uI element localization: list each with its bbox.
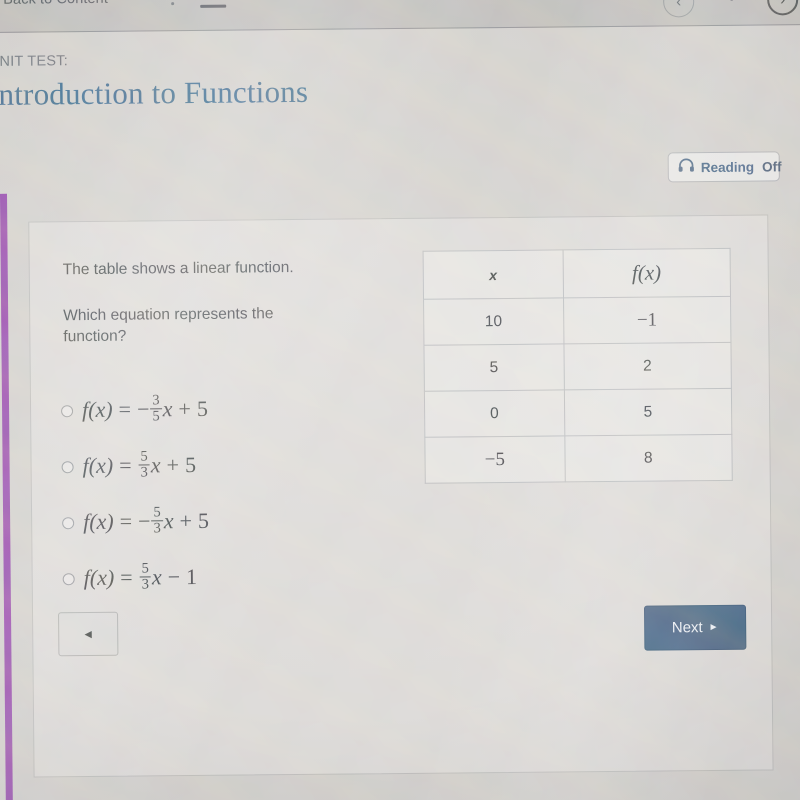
hamburger-icon[interactable] — [200, 0, 227, 8]
cell-x: 10 — [423, 297, 564, 346]
reading-label: Reading — [700, 159, 755, 175]
option-a[interactable]: f(x) = − 3 5 x + 5 — [61, 379, 392, 438]
hamburger-bar — [200, 5, 227, 8]
option-a-fraction: 3 5 — [150, 391, 162, 424]
option-b-math: f(x) = 5 3 x + 5 — [82, 448, 197, 482]
reading-toggle-button[interactable]: Reading Off — [667, 151, 782, 183]
option-c-tail-value: 5 — [197, 507, 210, 533]
option-d-variable: x — [151, 564, 162, 590]
option-c-variable: x — [163, 508, 174, 534]
option-b-tail-value: 5 — [184, 451, 197, 478]
option-d-fraction: 5 3 — [139, 560, 152, 592]
table-row: 10 −1 — [423, 296, 731, 346]
reading-state-value: Off — [761, 158, 782, 175]
option-c-tail-op: + — [179, 508, 193, 534]
cell-x: −5 — [424, 435, 565, 484]
option-a-denominator: 5 — [150, 407, 162, 424]
option-b-variable: x — [150, 452, 161, 478]
dot — [730, 0, 734, 1]
option-a-lhs: f(x) — [81, 396, 113, 423]
option-d-denominator: 3 — [139, 575, 152, 592]
column-header-x: x — [423, 249, 564, 300]
top-toolbar: ‹ Back to Content ‹ — [0, 0, 800, 33]
option-a-variable: x — [162, 396, 173, 422]
cell-x: 5 — [423, 343, 564, 392]
option-a-tail-op: + — [178, 396, 191, 422]
table-row: 5 2 — [423, 342, 732, 392]
purple-accent-rail — [0, 193, 13, 800]
nav-previous-button[interactable]: ‹ — [663, 0, 695, 18]
next-button-label: Next — [671, 619, 703, 637]
cell-x: 0 — [424, 389, 565, 438]
radio-button-icon[interactable] — [62, 517, 75, 530]
column-header-fx: f(x) — [562, 248, 731, 298]
cell-fx: 2 — [563, 342, 732, 390]
dot — [171, 2, 175, 6]
previous-question-button[interactable]: ◄ — [58, 611, 119, 657]
back-to-content-label: Back to Content — [3, 0, 108, 8]
page-heading: UNIT TEST: Introduction to Functions — [0, 51, 308, 113]
vertical-dots-icon[interactable] — [171, 0, 175, 6]
option-c-math: f(x) = − 5 3 x + 5 — [83, 503, 210, 537]
option-b-tail-op: + — [166, 452, 180, 478]
triangle-left-icon: ◄ — [82, 626, 95, 642]
option-d-numerator: 5 — [141, 560, 149, 577]
radio-button-icon[interactable] — [62, 573, 75, 586]
option-c-denominator: 3 — [151, 519, 163, 536]
nav-next-button[interactable]: › — [767, 0, 799, 16]
option-b-fraction: 5 3 — [138, 448, 150, 481]
option-b[interactable]: f(x) = 5 3 x + 5 — [61, 435, 392, 494]
headphones-icon — [678, 158, 695, 177]
cell-fx: 8 — [564, 434, 733, 482]
option-c-sign: − — [137, 508, 151, 534]
option-a-tail-value: 5 — [196, 395, 208, 421]
stem-line-1: The table shows a linear function. — [62, 259, 294, 279]
option-d[interactable]: f(x) = 5 3 x − 1 — [62, 547, 393, 606]
option-a-math: f(x) = − 3 5 x + 5 — [81, 391, 208, 425]
option-b-numerator: 5 — [140, 448, 148, 465]
option-b-denominator: 3 — [138, 463, 150, 481]
radio-button-icon[interactable] — [61, 461, 74, 474]
answer-options: f(x) = − 3 5 x + 5 f(x) = 5 3 x + 5 f(x)… — [61, 379, 393, 606]
option-c-lhs: f(x) — [83, 508, 114, 535]
chevron-left-icon: ‹ — [676, 0, 682, 11]
radio-button-icon[interactable] — [61, 405, 74, 418]
option-a-equals: = — [118, 396, 132, 422]
table-header-row: x f(x) — [423, 248, 731, 300]
function-value-table: x f(x) 10 −1 5 2 0 5 −5 8 — [422, 247, 733, 484]
option-d-equals: = — [120, 564, 133, 590]
option-a-sign: − — [136, 396, 150, 422]
option-c[interactable]: f(x) = − 5 3 x + 5 — [62, 491, 393, 550]
question-stem: The table shows a linear function. Which… — [63, 257, 364, 347]
cell-fx: −1 — [563, 296, 731, 344]
option-d-lhs: f(x) — [83, 564, 115, 591]
question-card: The table shows a linear function. Which… — [28, 214, 774, 778]
cell-fx: 5 — [563, 388, 732, 436]
option-b-lhs: f(x) — [82, 452, 114, 479]
option-d-math: f(x) = 5 3 x − 1 — [83, 560, 198, 594]
photographed-screen: ‹ Back to Content ‹ — [0, 0, 800, 800]
option-c-equals: = — [119, 508, 133, 534]
screen-content: ‹ Back to Content ‹ — [0, 0, 800, 800]
option-a-numerator: 3 — [152, 391, 160, 408]
page-title: Introduction to Functions — [0, 73, 309, 112]
option-c-fraction: 5 3 — [151, 503, 163, 536]
table-row: −5 8 — [424, 434, 733, 484]
option-d-tail-op: − — [167, 564, 181, 590]
nav-overflow-dots-icon[interactable] — [730, 0, 734, 1]
triangle-right-icon: ► — [708, 621, 719, 634]
stem-line-2: Which equation represents the function? — [63, 305, 274, 346]
next-question-button[interactable]: Next ► — [643, 604, 747, 651]
back-to-content-button[interactable]: ‹ Back to Content — [0, 0, 108, 8]
table-row: 0 5 — [424, 388, 732, 438]
option-b-equals: = — [119, 452, 132, 478]
option-c-numerator: 5 — [153, 503, 161, 520]
chevron-right-icon: › — [780, 0, 785, 8]
option-d-tail-value: 1 — [185, 563, 198, 590]
unit-test-label: UNIT TEST: — [0, 53, 69, 70]
